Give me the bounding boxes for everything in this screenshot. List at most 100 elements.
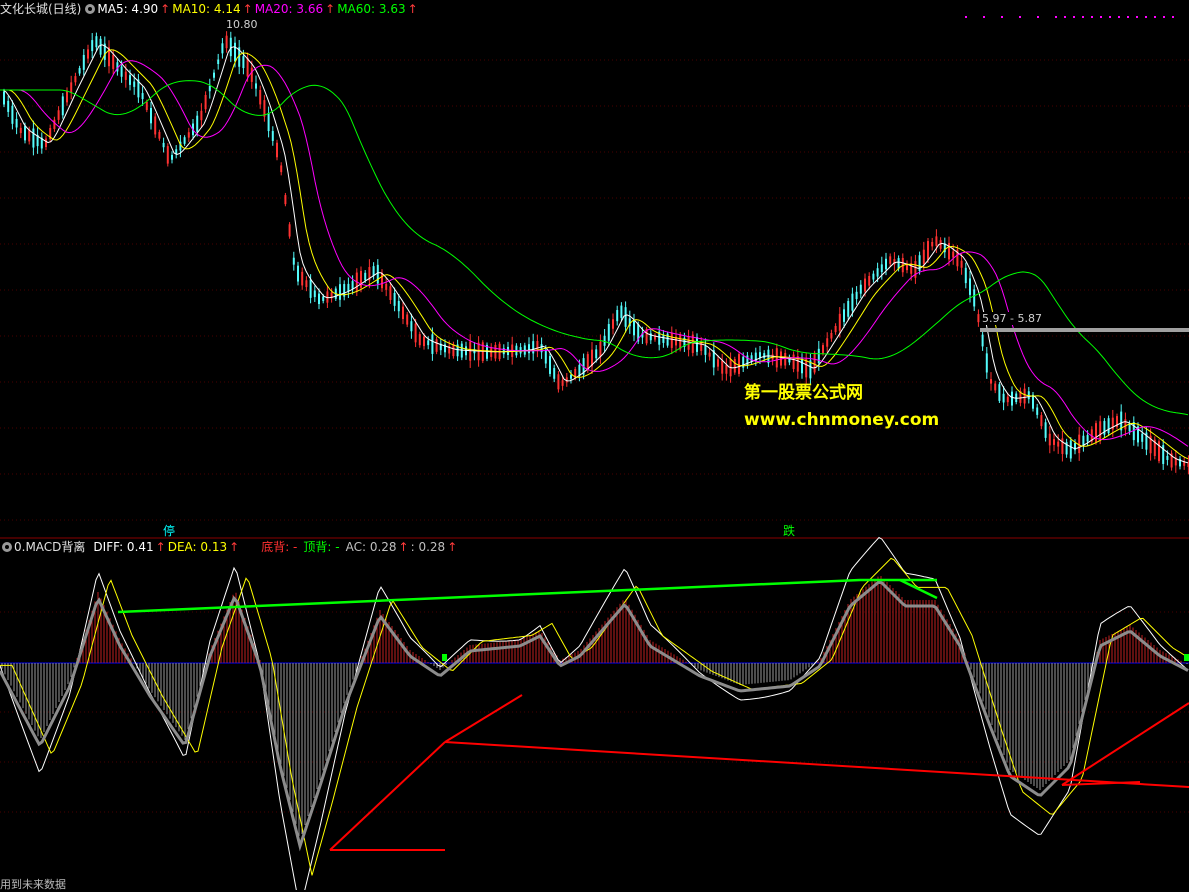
- candle-body: [78, 68, 81, 74]
- candle-body: [775, 348, 778, 368]
- candle-body: [763, 353, 766, 359]
- candle-body: [280, 165, 283, 173]
- candle-body: [162, 142, 165, 148]
- candle-body: [221, 43, 224, 54]
- candle-body: [969, 278, 971, 295]
- candle-body: [360, 270, 362, 288]
- candle-body: [24, 125, 26, 141]
- candle-body: [267, 112, 270, 132]
- candle-body: [721, 360, 724, 374]
- marker-dot: [1163, 16, 1165, 18]
- candle-body: [297, 265, 299, 282]
- candle-body: [876, 268, 879, 277]
- signal-marker: [1184, 654, 1189, 661]
- candle-body: [1069, 440, 1072, 459]
- candle-body: [28, 129, 31, 142]
- candle-body: [624, 307, 627, 327]
- ma20-line: [0, 60, 1189, 447]
- candle-body: [318, 293, 320, 305]
- settings-gear-icon[interactable]: [85, 4, 96, 14]
- candle-body: [208, 86, 211, 92]
- candle-body: [406, 314, 409, 325]
- candle-body: [830, 332, 833, 339]
- candle-body: [418, 334, 421, 346]
- marker-dot: [983, 16, 985, 18]
- candle-body: [305, 280, 308, 288]
- candle-body: [977, 314, 980, 323]
- candle-body: [397, 300, 400, 312]
- candle-body: [129, 75, 131, 85]
- candle-body: [431, 334, 434, 354]
- marker-dot: [1145, 16, 1147, 18]
- candle-body: [570, 374, 572, 379]
- chart-canvas[interactable]: [0, 0, 1189, 890]
- candle-body: [733, 359, 736, 373]
- candle-body: [74, 76, 77, 83]
- candle-body: [704, 345, 707, 355]
- ma60-value: MA60: 3.63: [337, 2, 406, 16]
- candle-body: [872, 273, 875, 280]
- candle-body: [242, 56, 245, 69]
- candle-body: [1107, 418, 1110, 434]
- candle-body: [196, 115, 199, 132]
- candle-body: [1053, 439, 1055, 445]
- candle-body: [801, 358, 803, 374]
- candle-body: [1095, 423, 1097, 443]
- candle-body: [1036, 407, 1039, 415]
- candle-body: [234, 42, 236, 62]
- candle-body: [927, 241, 929, 260]
- indicator-gear-icon[interactable]: [2, 542, 12, 552]
- marker-dot: [1073, 16, 1075, 18]
- candle-body: [868, 275, 871, 286]
- candle-body: [393, 292, 396, 306]
- candle-body: [981, 334, 984, 347]
- watermark-title: 第一股票公式网: [744, 383, 863, 403]
- candle-body: [61, 96, 64, 116]
- ac-up-arrow-icon: ↑: [398, 540, 409, 554]
- candle-body: [1044, 422, 1047, 438]
- candle-body: [813, 352, 816, 373]
- candle-body: [544, 349, 547, 364]
- marker-dot: [1082, 16, 1084, 18]
- candle-body: [994, 383, 997, 391]
- bottom-divergence: 底背: -: [261, 540, 298, 554]
- halt-tag: 停: [163, 524, 176, 538]
- candle-body: [309, 279, 312, 298]
- candle-body: [633, 319, 635, 336]
- ma5-up-arrow-icon: ↑: [160, 2, 171, 16]
- marker-dot: [1109, 16, 1111, 18]
- candle-body: [607, 324, 610, 341]
- candle-body: [960, 260, 963, 268]
- candle-body: [620, 305, 623, 318]
- grid-lines: [0, 16, 1189, 813]
- ma5-line: [0, 44, 1189, 464]
- candle-body: [45, 138, 47, 148]
- candle-body: [288, 224, 291, 237]
- candle-body: [859, 284, 862, 294]
- candle-body: [292, 257, 295, 265]
- candle-body: [595, 349, 598, 359]
- candle-body: [549, 356, 551, 374]
- candlesticks: [3, 31, 1189, 475]
- candle-body: [855, 291, 858, 300]
- candle-body: [1099, 421, 1102, 439]
- candle-body: [351, 281, 354, 289]
- candle-body: [389, 286, 392, 300]
- candle-body: [834, 325, 837, 333]
- candle-body: [276, 142, 278, 158]
- candle-body: [528, 344, 530, 354]
- candle-body: [427, 340, 430, 346]
- marker-dot: [1154, 16, 1156, 18]
- candle-body: [1032, 394, 1034, 409]
- candle-body: [717, 359, 719, 367]
- candle-body: [15, 118, 18, 128]
- candle-body: [82, 54, 85, 70]
- moving-averages: [0, 44, 1189, 464]
- candle-body: [738, 354, 740, 374]
- ma20-value: MA20: 3.66: [254, 2, 324, 16]
- top-divergence-line: [117, 578, 861, 614]
- candle-body: [1166, 455, 1169, 460]
- candle-body: [1002, 393, 1005, 403]
- candle-body: [1040, 415, 1043, 427]
- candle-body: [255, 83, 257, 89]
